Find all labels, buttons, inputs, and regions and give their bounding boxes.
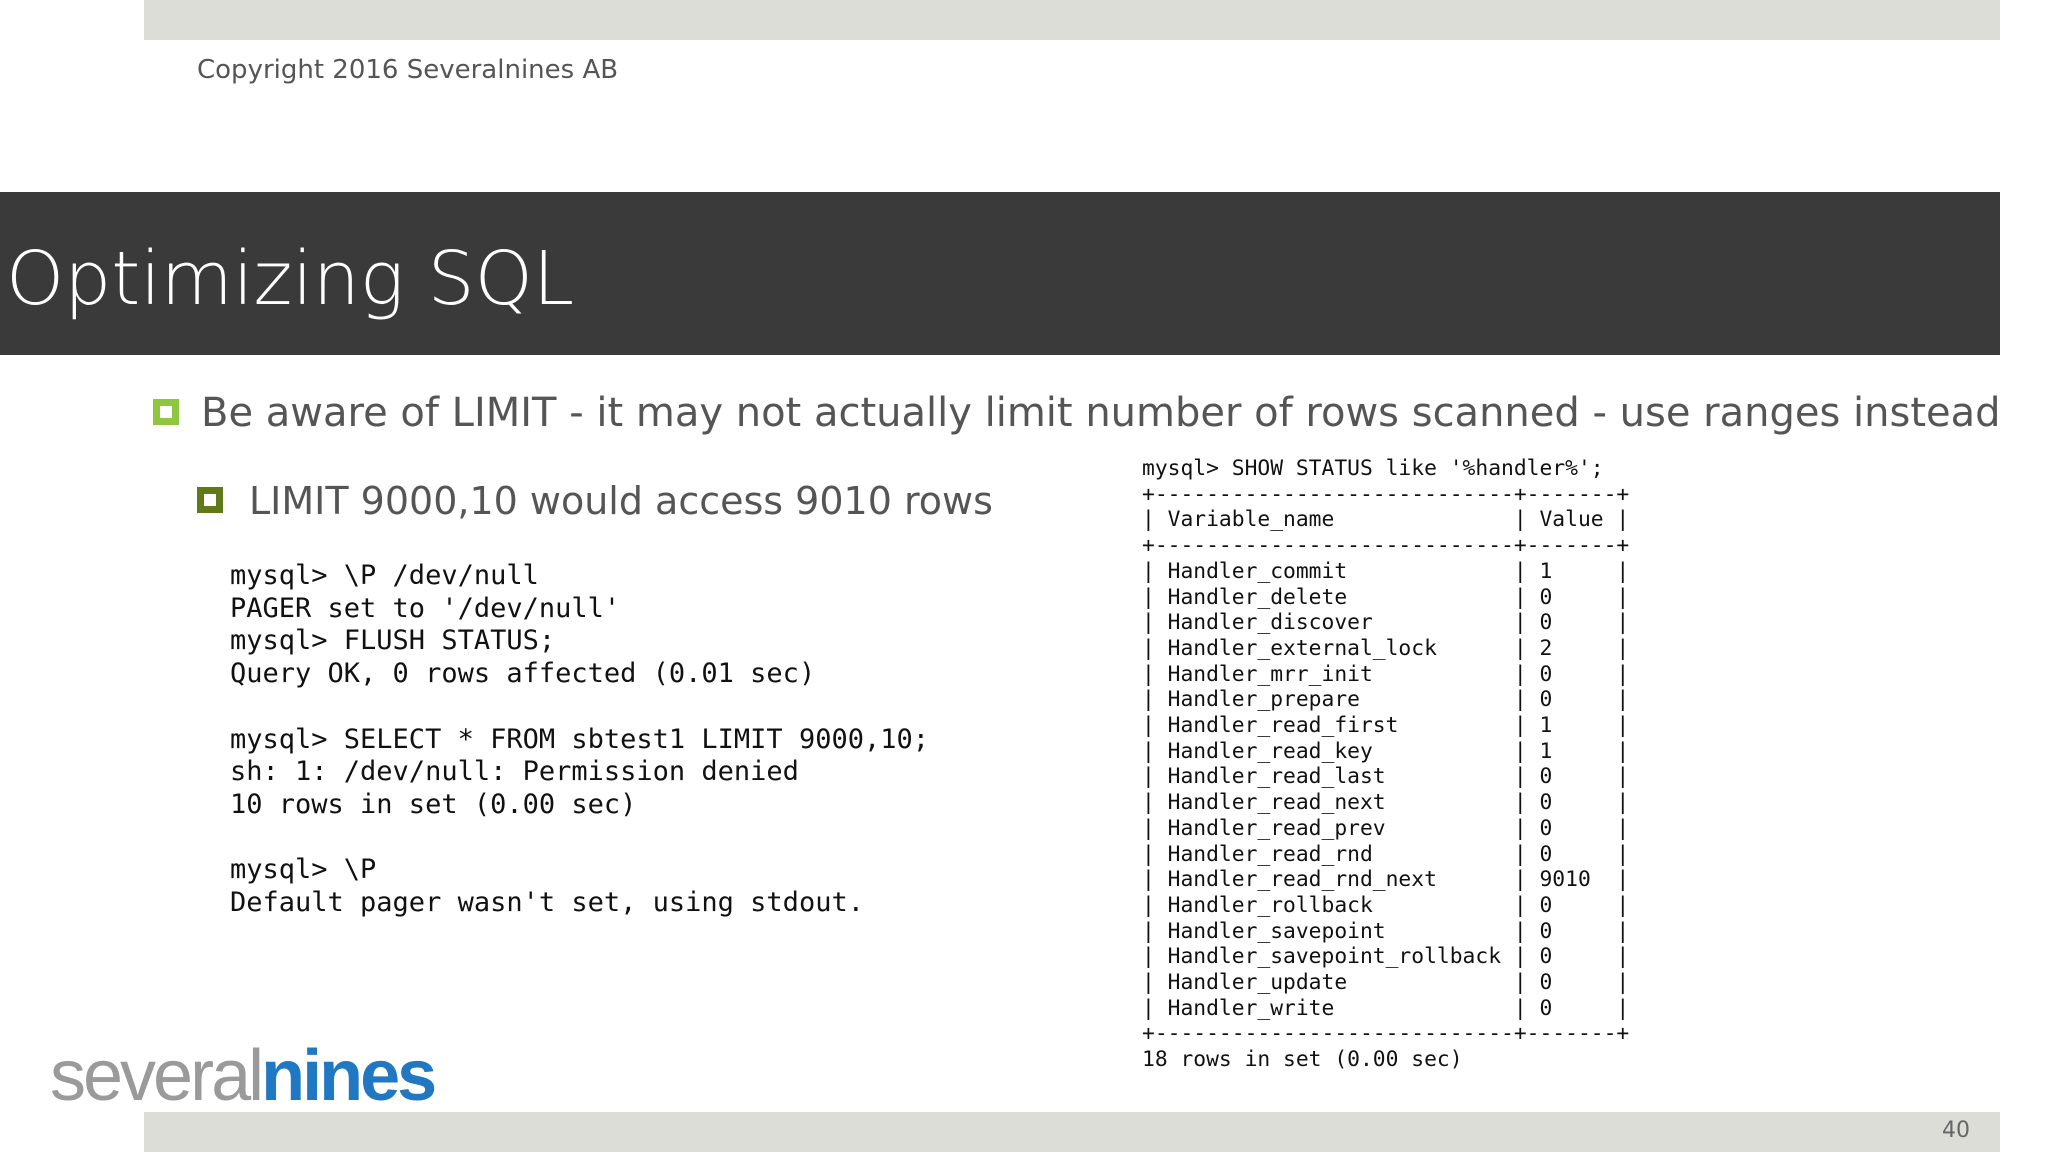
table-row: | Handler_mrr_init | 0 | — [1142, 661, 1630, 687]
terminal-line: sh: 1: /dev/null: Permission denied — [230, 756, 799, 788]
terminal-command: mysql> SHOW STATUS like '%handler%'; — [1142, 456, 1604, 481]
table-footer: 18 rows in set (0.00 sec) — [1142, 1047, 1463, 1073]
terminal-line: 10 rows in set (0.00 sec) — [230, 788, 637, 820]
terminal-line: Query OK, 0 rows affected (0.01 sec) — [230, 658, 816, 690]
table-row: | Handler_prepare | 0 | — [1142, 687, 1630, 713]
copyright-text: Copyright 2016 Severalnines AB — [197, 55, 619, 85]
table-row: | Handler_rollback | 0 | — [1142, 892, 1630, 918]
table-row: | Handler_savepoint | 0 | — [1142, 918, 1630, 944]
table-row: | Handler_external_lock | 2 | — [1142, 635, 1630, 661]
logo-part-nines: nines — [261, 1036, 437, 1116]
top-bar — [144, 0, 2000, 40]
table-border: +----------------------------+-------+ — [1142, 481, 1630, 507]
logo-part-several: several — [50, 1036, 264, 1116]
bullet-level1: Be aware of LIMIT - it may not actually … — [201, 390, 2001, 436]
table-header: | Variable_name | Value | — [1142, 507, 1630, 533]
bottom-bar — [144, 1112, 2000, 1152]
terminal-line: PAGER set to '/dev/null' — [230, 592, 621, 624]
table-border: +----------------------------+-------+ — [1142, 533, 1630, 559]
page-number: 40 — [1942, 1118, 1970, 1143]
table-row: | Handler_commit | 1 | — [1142, 558, 1630, 584]
table-row: | Handler_read_key | 1 | — [1142, 738, 1630, 764]
terminal-line: mysql> FLUSH STATUS; — [230, 625, 556, 657]
table-row: | Handler_delete | 0 | — [1142, 584, 1630, 610]
terminal-line: Default pager wasn't set, using stdout. — [230, 887, 864, 919]
terminal-output-pager: mysql> \P /dev/null PAGER set to '/dev/n… — [230, 560, 929, 920]
table-row: | Handler_read_rnd_next | 9010 | — [1142, 867, 1630, 893]
table-row: | Handler_discover | 0 | — [1142, 610, 1630, 636]
table-row: | Handler_savepoint_rollback | 0 | — [1142, 944, 1630, 970]
terminal-line: mysql> \P /dev/null — [230, 560, 539, 591]
table-row: | Handler_read_next | 0 | — [1142, 790, 1630, 816]
terminal-line: mysql> \P — [230, 854, 377, 886]
severalnines-logo: severalnines — [50, 1036, 437, 1116]
table-row: | Handler_read_first | 1 | — [1142, 713, 1630, 739]
terminal-output-handler-status: mysql> SHOW STATUS like '%handler%'; +--… — [1142, 456, 1629, 1073]
terminal-line: mysql> SELECT * FROM sbtest1 LIMIT 9000,… — [230, 723, 929, 755]
bullet-square-icon — [197, 487, 223, 513]
table-row: | Handler_read_prev | 0 | — [1142, 815, 1630, 841]
table-border: +----------------------------+-------+ — [1142, 1021, 1630, 1047]
bullet-level2: LIMIT 9000,10 would access 9010 rows — [249, 479, 993, 523]
table-row: | Handler_write | 0 | — [1142, 995, 1630, 1021]
bullet-square-icon — [153, 399, 179, 425]
table-row: | Handler_update | 0 | — [1142, 970, 1630, 996]
table-row: | Handler_read_rnd | 0 | — [1142, 841, 1630, 867]
slide-title: Optimizing SQL — [6, 236, 575, 322]
table-row: | Handler_read_last | 0 | — [1142, 764, 1630, 790]
